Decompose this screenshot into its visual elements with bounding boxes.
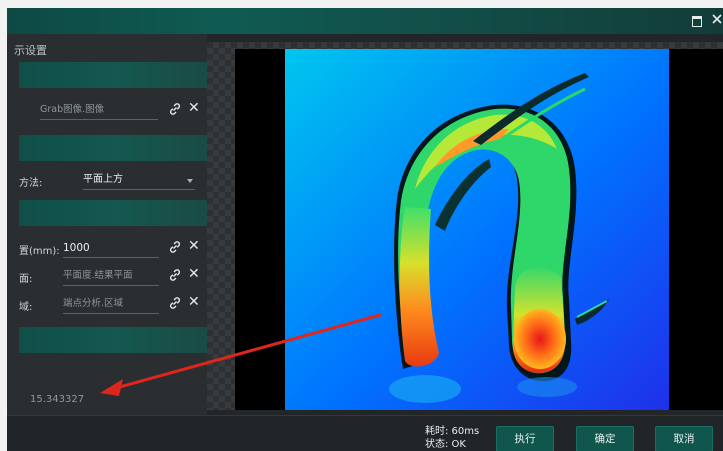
close-button[interactable]: [709, 13, 723, 29]
row-method: 方法: 平面上方: [19, 168, 207, 196]
link-icon[interactable]: [168, 240, 182, 254]
distance-label: 置(mm):: [19, 246, 60, 257]
section-header-method[interactable]: [19, 135, 207, 161]
result-value: 15.343327: [30, 394, 85, 405]
row-plane: 面: 平面度.结果平面 ✕: [19, 264, 207, 292]
depth-heightmap-image: [285, 49, 669, 410]
clear-icon[interactable]: ✕: [188, 294, 200, 310]
row-region: 域: 端点分析.区域 ✕: [19, 292, 207, 320]
confirm-button[interactable]: 确定: [576, 426, 634, 451]
dialog-window: 示设置 Grab图像.图像 ✕ 方法: 平面上方 置(mm): 1000 ✕ 面…: [7, 8, 723, 451]
grab-image-field[interactable]: Grab图像.图像: [40, 101, 158, 120]
section-header-input[interactable]: [19, 62, 207, 88]
panel-title: 示设置: [14, 44, 47, 57]
chevron-down-icon: [187, 179, 193, 183]
settings-panel: 示设置 Grab图像.图像 ✕ 方法: 平面上方 置(mm): 1000 ✕ 面…: [7, 34, 207, 415]
link-icon[interactable]: [168, 102, 182, 116]
method-label: 方法:: [19, 178, 43, 189]
row-distance: 置(mm): 1000 ✕: [19, 236, 207, 264]
maximize-button[interactable]: [689, 13, 705, 29]
section-header-result[interactable]: [19, 327, 207, 353]
desktop-background-left: [0, 8, 7, 451]
clear-icon[interactable]: ✕: [188, 266, 200, 282]
execute-button[interactable]: 执行: [496, 426, 554, 451]
title-bar[interactable]: [7, 8, 723, 34]
distance-field[interactable]: 1000: [63, 239, 159, 258]
image-canvas[interactable]: [235, 49, 723, 410]
region-label: 域:: [19, 302, 33, 313]
link-icon[interactable]: [168, 296, 182, 310]
link-icon[interactable]: [168, 268, 182, 282]
image-viewer[interactable]: [207, 42, 723, 410]
row-grab-image: Grab图像.图像 ✕: [19, 98, 207, 126]
method-select[interactable]: 平面上方: [83, 171, 195, 190]
bottom-bar: 耗时: 60ms 状态: OK 执行 确定 取消: [7, 415, 723, 451]
region-field[interactable]: 端点分析.区域: [63, 295, 159, 314]
section-header-parameters[interactable]: [19, 200, 207, 226]
plane-label: 面:: [19, 274, 33, 285]
plane-field[interactable]: 平面度.结果平面: [63, 267, 159, 286]
cancel-button[interactable]: 取消: [655, 426, 713, 451]
clear-icon[interactable]: ✕: [188, 238, 200, 254]
clear-icon[interactable]: ✕: [188, 100, 200, 116]
close-icon: [712, 14, 722, 24]
desktop-background-top: [0, 0, 723, 8]
method-select-value: 平面上方: [83, 174, 123, 185]
run-status: 状态: OK: [425, 439, 466, 450]
maximize-icon: [692, 16, 702, 27]
